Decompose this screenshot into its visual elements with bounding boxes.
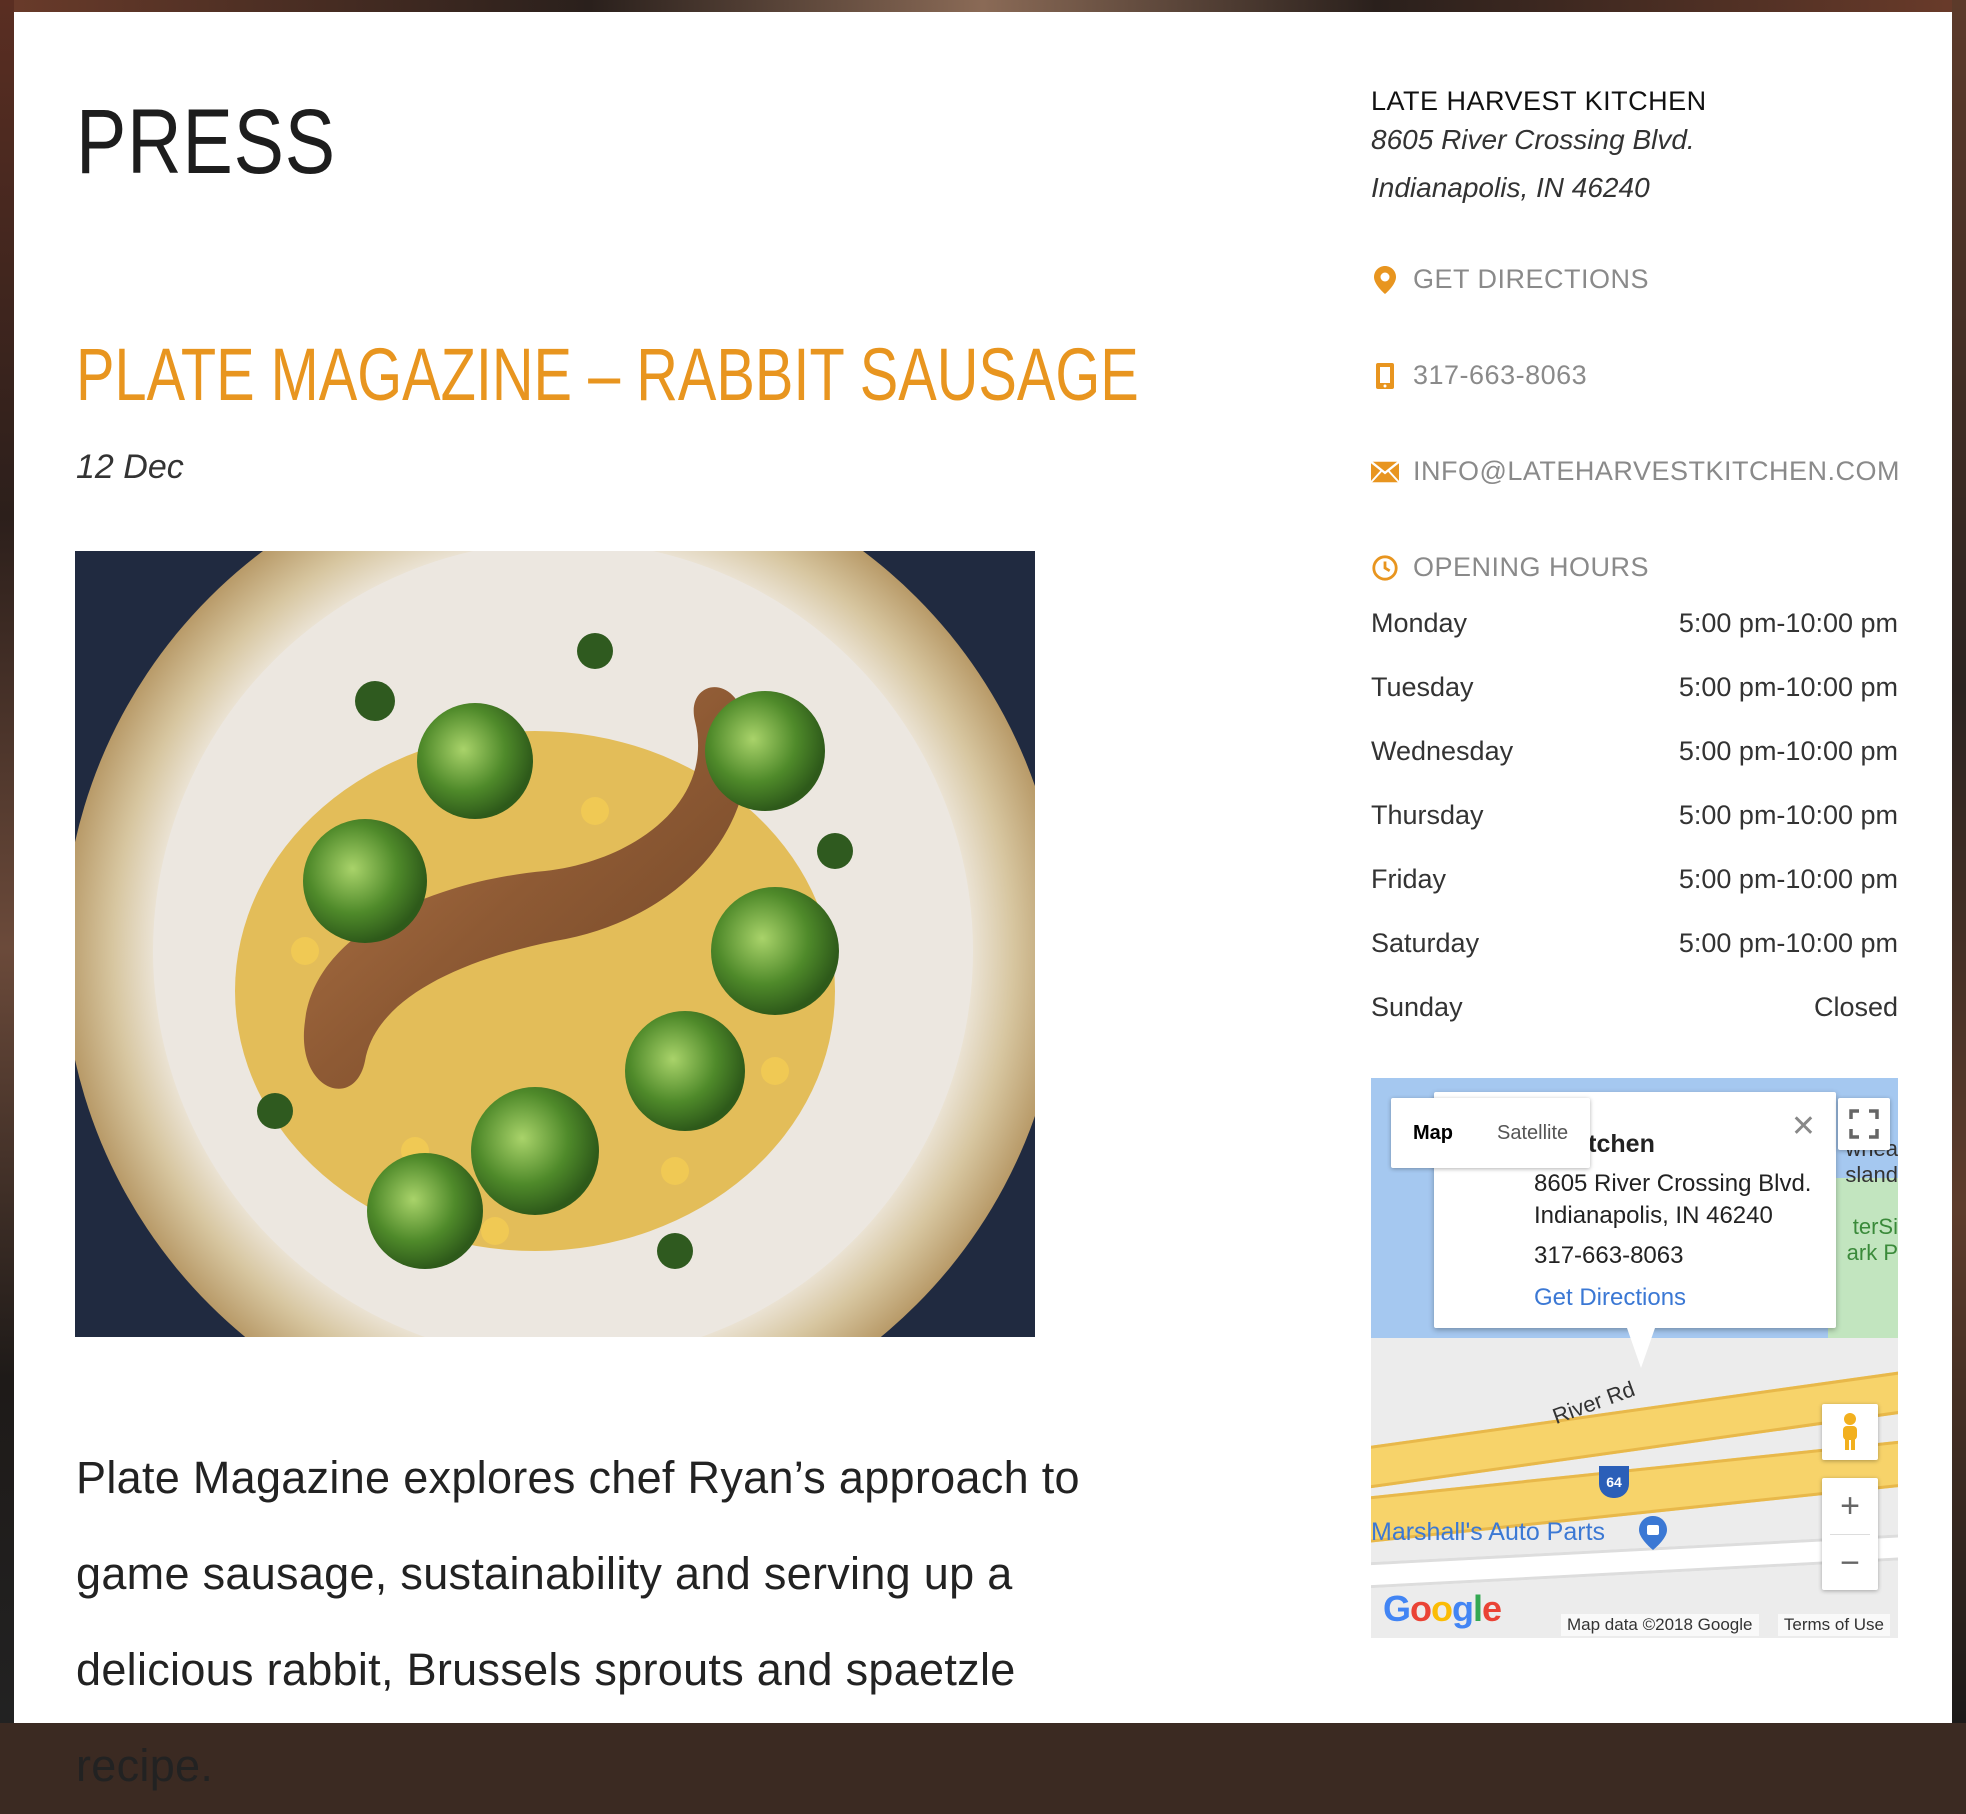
street-view-button[interactable] xyxy=(1822,1404,1878,1460)
phone-number: 317-663-8063 xyxy=(1413,360,1588,390)
post-image[interactable] xyxy=(75,551,1035,1337)
popup-address-2: Indianapolis, IN 46240 xyxy=(1534,1202,1773,1229)
phone-link[interactable]: 317-663-8063 xyxy=(1371,360,1587,391)
hours-row-friday: Friday 5:00 pm-10:00 pm xyxy=(1371,864,1898,928)
background-right xyxy=(1952,0,1966,1723)
day-label: Monday xyxy=(1371,608,1468,638)
map-edge-label: sland xyxy=(1845,1162,1898,1187)
time-label: 5:00 pm-10:00 pm xyxy=(1678,800,1898,830)
embedded-map[interactable]: River Rd 64 Marshall's Auto Parts wnea s… xyxy=(1371,1078,1898,1638)
hours-row-wednesday: Wednesday 5:00 pm-10:00 pm xyxy=(1371,736,1898,800)
directions-label: GET DIRECTIONS xyxy=(1413,264,1650,294)
day-label: Saturday xyxy=(1371,928,1480,958)
time-label: 5:00 pm-10:00 pm xyxy=(1678,736,1898,766)
hours-row-tuesday: Tuesday 5:00 pm-10:00 pm xyxy=(1371,672,1898,736)
fullscreen-button[interactable] xyxy=(1838,1098,1890,1150)
map-pin-icon xyxy=(1371,265,1399,294)
zoom-in-button[interactable]: + xyxy=(1822,1478,1878,1534)
map-type-control: Map Satellite xyxy=(1391,1098,1591,1168)
map-type-satellite-button[interactable]: Satellite xyxy=(1475,1098,1590,1168)
fullscreen-icon xyxy=(1849,1109,1879,1139)
hours-row-monday: Monday 5:00 pm-10:00 pm xyxy=(1371,608,1898,672)
post-body: Plate Magazine explores chef Ryan’s appr… xyxy=(76,1452,1080,1791)
pegman-icon xyxy=(1843,1413,1857,1450)
clock-icon xyxy=(1371,554,1399,582)
opening-hours-heading: OPENING HOURS xyxy=(1371,552,1649,583)
opening-hours-label: OPENING HOURS xyxy=(1413,552,1650,582)
interstate-shield-icon: 64 xyxy=(1599,1466,1629,1498)
phone-icon xyxy=(1371,362,1399,390)
sausage-dish-image xyxy=(75,551,1035,1337)
email-link[interactable]: INFO@LATEHARVESTKITCHEN.COM xyxy=(1371,456,1900,487)
terms-of-use-link[interactable]: Terms of Use xyxy=(1777,1614,1890,1636)
day-label: Friday xyxy=(1371,864,1447,894)
background-top xyxy=(0,0,1966,12)
zoom-out-button[interactable]: − xyxy=(1822,1535,1878,1591)
popup-tail xyxy=(1627,1328,1655,1368)
day-label: Thursday xyxy=(1371,800,1484,830)
zoom-controls: + − xyxy=(1822,1478,1878,1590)
page-title: PRESS xyxy=(76,91,336,193)
google-logo[interactable]: Google xyxy=(1383,1588,1502,1630)
address-line-1: 8605 River Crossing Blvd. xyxy=(1371,124,1695,155)
address-line-2: Indianapolis, IN 46240 xyxy=(1371,172,1650,203)
post-title[interactable]: PLATE MAGAZINE – RABBIT SAUSAGE xyxy=(76,332,1139,417)
business-name: LATE HARVEST KITCHEN xyxy=(1371,86,1707,116)
day-label: Tuesday xyxy=(1371,672,1474,702)
shop-pin-icon[interactable] xyxy=(1639,1516,1667,1555)
time-label: Closed xyxy=(1813,992,1898,1022)
map-place-label[interactable]: Marshall's Auto Parts xyxy=(1371,1518,1605,1547)
page-container: PRESS PLATE MAGAZINE – RABBIT SAUSAGE 12… xyxy=(14,12,1952,1791)
map-edge-label: ark P xyxy=(1846,1240,1898,1265)
hours-row-saturday: Saturday 5:00 pm-10:00 pm xyxy=(1371,928,1898,992)
post-date: 12 Dec xyxy=(76,448,184,486)
email-address: INFO@LATEHARVESTKITCHEN.COM xyxy=(1413,456,1900,486)
hours-row-sunday: Sunday Closed xyxy=(1371,992,1898,1056)
background-left xyxy=(0,0,14,1723)
close-icon[interactable]: ✕ xyxy=(1791,1112,1816,1142)
map-attribution: Map data ©2018 Google xyxy=(1561,1614,1759,1636)
time-label: 5:00 pm-10:00 pm xyxy=(1678,928,1898,958)
time-label: 5:00 pm-10:00 pm xyxy=(1678,608,1898,638)
hours-table: Monday 5:00 pm-10:00 pm Tuesday 5:00 pm-10… xyxy=(1371,608,1898,1056)
popup-phone: 317-663-8063 xyxy=(1534,1242,1684,1269)
time-label: 5:00 pm-10:00 pm xyxy=(1678,672,1898,702)
mail-icon xyxy=(1371,458,1399,486)
map-edge-label: terSi xyxy=(1852,1214,1898,1239)
popup-address-1: 8605 River Crossing Blvd. xyxy=(1534,1170,1812,1197)
map-type-map-button[interactable]: Map xyxy=(1391,1098,1475,1168)
popup-directions-link[interactable]: Get Directions xyxy=(1534,1284,1686,1312)
hours-row-thursday: Thursday 5:00 pm-10:00 pm xyxy=(1371,800,1898,864)
time-label: 5:00 pm-10:00 pm xyxy=(1678,864,1898,894)
directions-link[interactable]: GET DIRECTIONS xyxy=(1371,264,1649,295)
day-label: Wednesday xyxy=(1371,736,1514,766)
day-label: Sunday xyxy=(1371,992,1463,1022)
